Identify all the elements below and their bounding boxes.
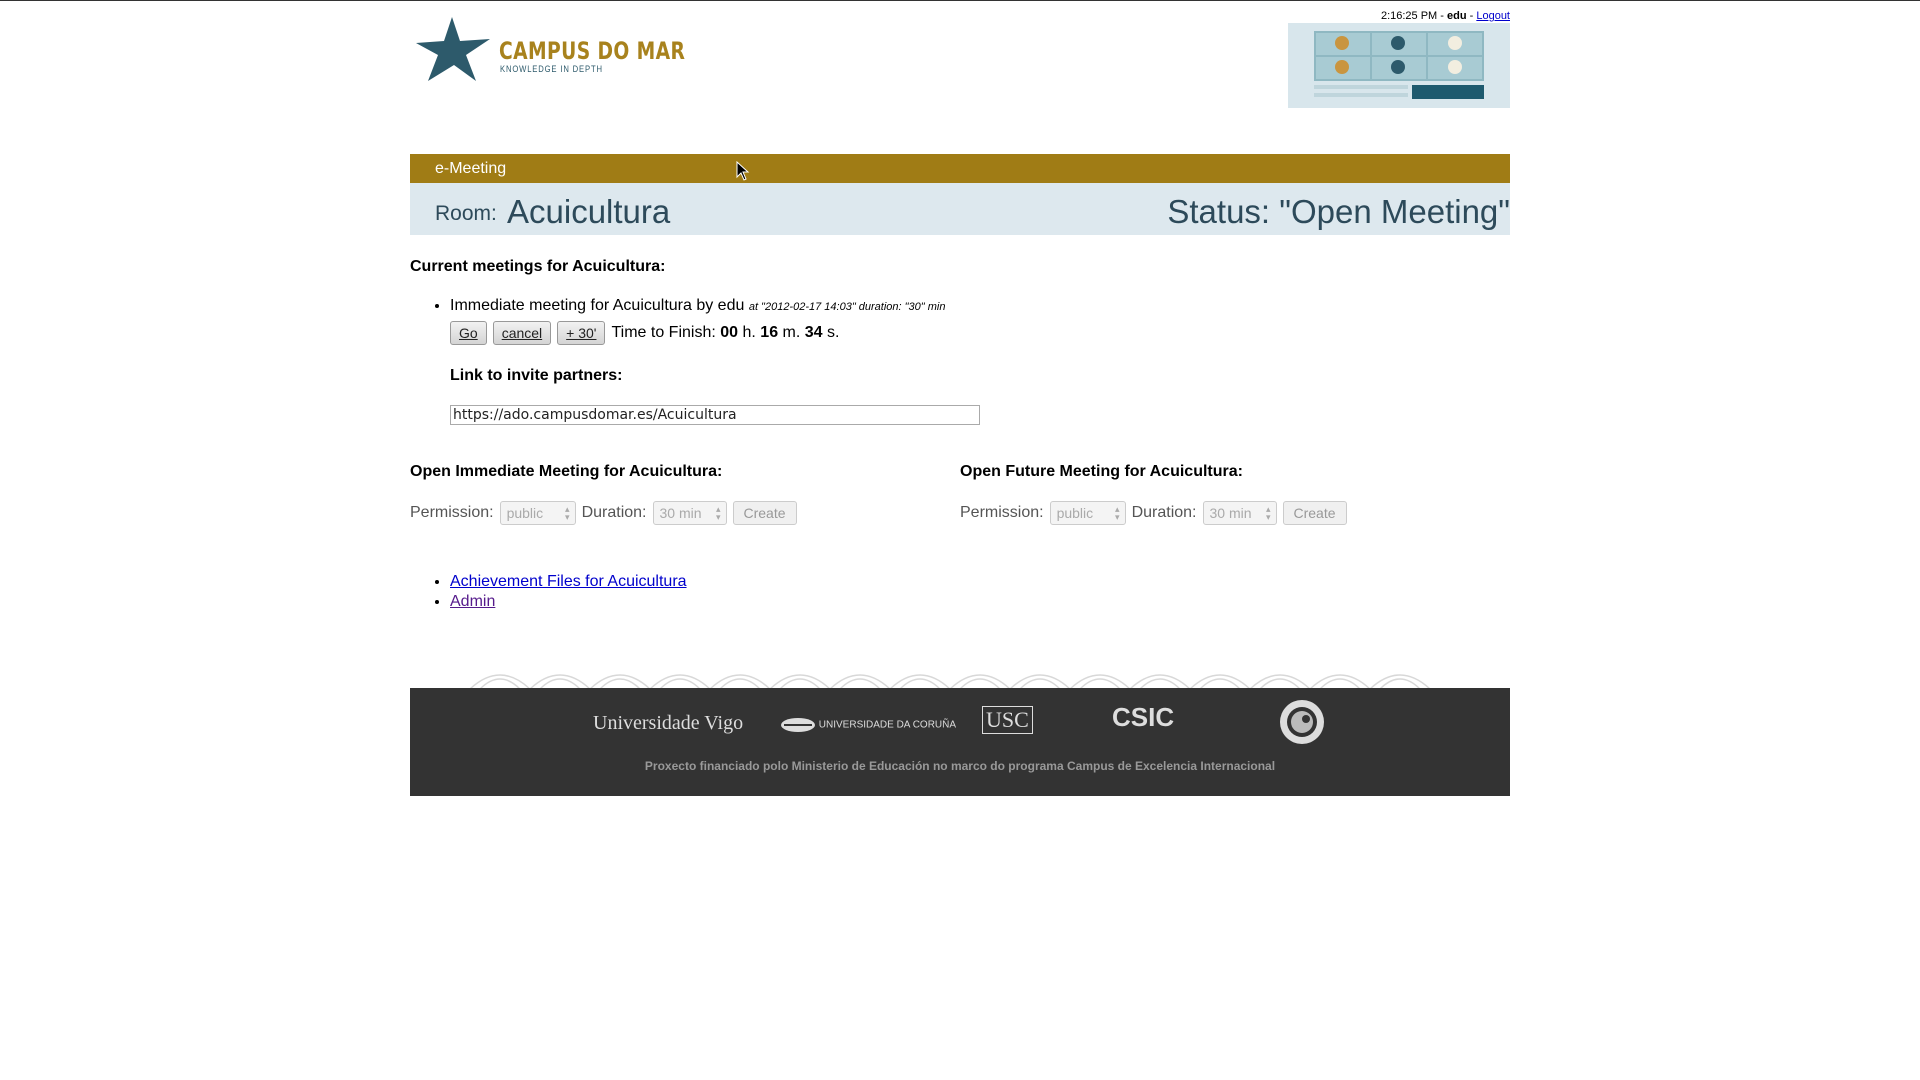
open-immediate-meeting: Open Immediate Meeting for Acuicultura: … — [410, 463, 797, 525]
funding-note: Proxecto financiado polo Ministerio de E… — [644, 759, 1276, 773]
section-title: e-Meeting — [435, 160, 507, 177]
spinner-icon: ▴ ▾ — [1115, 504, 1120, 522]
room-label: Room: — [435, 202, 497, 225]
create-immediate-button[interactable]: Create — [732, 501, 797, 525]
udc-emblem-icon — [781, 718, 815, 732]
usc-logo[interactable]: USC — [982, 706, 1033, 734]
extend-30-button[interactable]: + 30' — [557, 321, 606, 345]
mouse-cursor-icon — [736, 161, 750, 181]
admin-link[interactable]: Admin — [450, 593, 495, 610]
csic-logo[interactable]: CSIC — [1112, 702, 1174, 733]
permission-select[interactable]: public ▴ ▾ — [499, 501, 576, 525]
meeting-title: Immediate meeting for Acuicultura by edu — [450, 297, 745, 314]
campus-do-mar-logo[interactable]: CAMPUS DO MAR KNOWLEDGE IN DEPTH — [416, 15, 685, 85]
duration-label: Duration: — [581, 504, 647, 521]
permission-label: Permission: — [410, 504, 494, 521]
logo-tagline: KNOWLEDGE IN DEPTH — [500, 64, 603, 74]
user-bar: 2:16:25 PM - edu - Logout — [1380, 10, 1510, 22]
duration-label: Duration: — [1131, 504, 1197, 521]
meeting-banner-image — [1288, 23, 1510, 108]
room-links: Achievement Files for Acuicultura Admin — [410, 573, 687, 613]
wave-decoration — [470, 674, 1430, 689]
logo-title: CAMPUS DO MAR — [499, 37, 686, 65]
meeting-meta: at "2012-02-17 14:03" duration: "30" min — [748, 301, 946, 313]
institution-seal-icon[interactable] — [1278, 698, 1326, 746]
go-button[interactable]: Go — [450, 321, 487, 345]
immediate-form: Permission: public ▴ ▾ Duration: 30 min ▴… — [410, 501, 797, 525]
meeting-controls: Go cancel + 30' Time to Finish: 00 h. 16… — [450, 321, 980, 345]
meeting-item: Immediate meeting for Acuicultura by edu… — [450, 297, 980, 425]
hours-value: 00 — [720, 324, 739, 341]
meeting-status: Status: "Open Meeting" — [1167, 193, 1510, 230]
spinner-icon: ▴ ▾ — [565, 504, 570, 522]
footer: Universidade Vigo UNIVERSIDADE DA CORUÑA… — [410, 688, 1510, 796]
immediate-heading: Open Immediate Meeting for Acuicultura: — [410, 463, 723, 480]
invite-heading: Link to invite partners: — [450, 367, 623, 384]
list-item: Admin — [450, 593, 687, 611]
logout-link[interactable]: Logout — [1476, 10, 1510, 22]
seconds-value: 34 — [804, 324, 823, 341]
future-heading: Open Future Meeting for Acuicultura: — [960, 463, 1243, 480]
uvigo-logo[interactable]: Universidade Vigo — [593, 712, 743, 735]
invite-link-field[interactable] — [450, 405, 980, 425]
spinner-icon: ▴ ▾ — [715, 504, 721, 522]
open-future-meeting: Open Future Meeting for Acuicultura: Per… — [960, 463, 1347, 525]
room-name: Acuicultura — [507, 193, 671, 230]
permission-select[interactable]: public ▴ ▾ — [1049, 501, 1126, 525]
time-to-finish: Time to Finish: 00 h. 16 m. 34 s. — [611, 324, 840, 341]
current-meetings-heading: Current meetings for Acuicultura: — [410, 258, 666, 275]
room-header: Room: Acuicultura Status: "Open Meeting" — [410, 183, 1510, 235]
future-form: Permission: public ▴ ▾ Duration: 30 min ▴… — [960, 501, 1347, 525]
permission-label: Permission: — [960, 504, 1044, 521]
minutes-value: 16 — [760, 324, 779, 341]
create-future-button[interactable]: Create — [1282, 501, 1347, 525]
current-meetings-list: Immediate meeting for Acuicultura by edu… — [410, 297, 980, 425]
spinner-icon: ▴ ▾ — [1265, 504, 1271, 522]
achievement-files-link[interactable]: Achievement Files for Acuicultura — [450, 573, 687, 590]
list-item: Achievement Files for Acuicultura — [450, 573, 687, 591]
starfish-icon — [416, 17, 490, 81]
duration-select[interactable]: 30 min ▴ ▾ — [1202, 501, 1277, 525]
cancel-button[interactable]: cancel — [492, 321, 552, 345]
username: edu — [1447, 10, 1467, 22]
clock: 2:16:25 PM — [1380, 10, 1438, 22]
udc-logo[interactable]: UNIVERSIDADE DA CORUÑA — [780, 716, 956, 734]
section-title-bar: e-Meeting — [410, 154, 1510, 183]
duration-select[interactable]: 30 min ▴ ▾ — [652, 501, 727, 525]
